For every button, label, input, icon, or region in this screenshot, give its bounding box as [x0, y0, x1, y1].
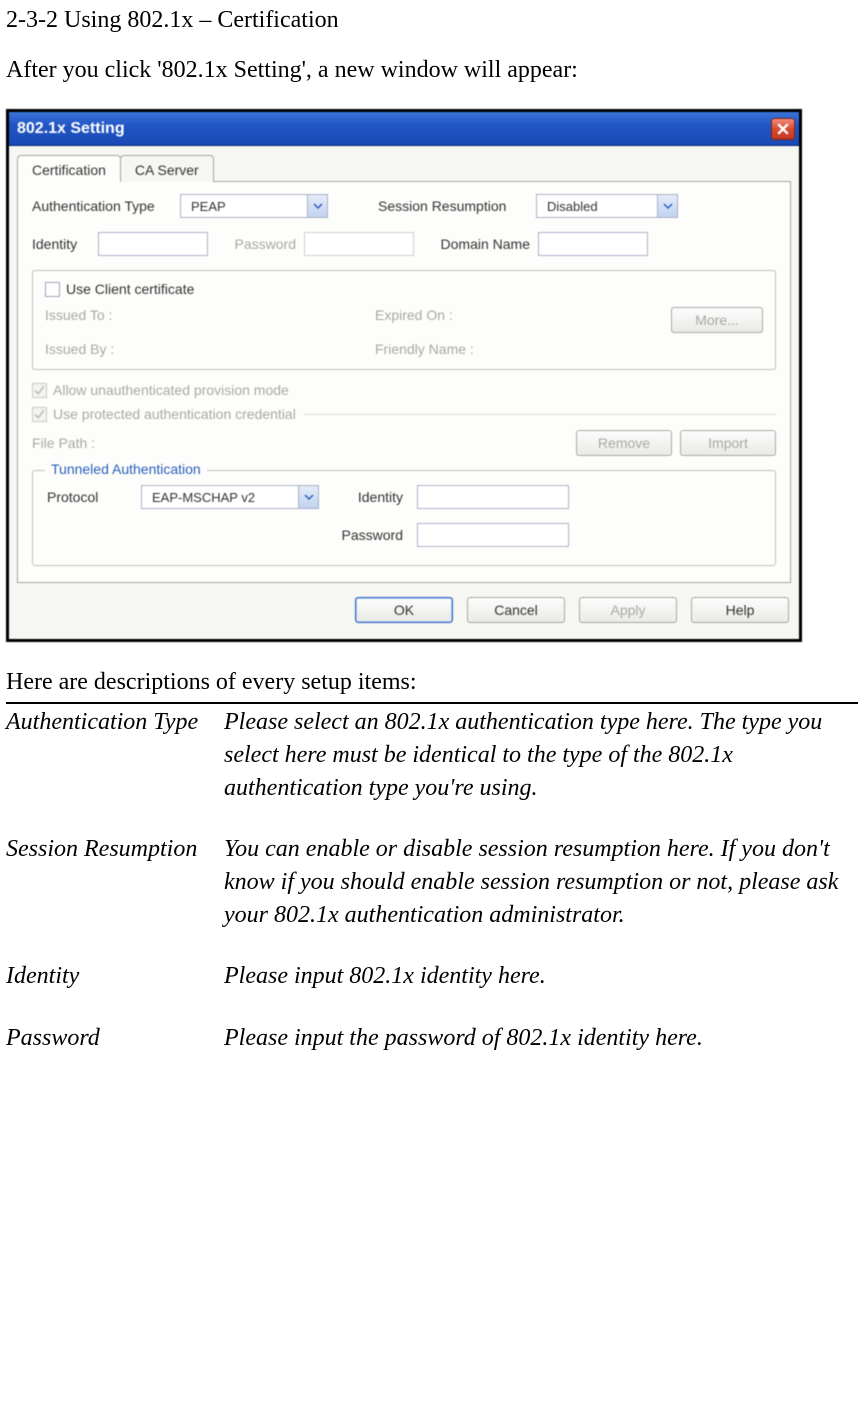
auth-type-label: Authentication Type: [32, 198, 172, 214]
close-icon: [777, 123, 789, 135]
close-button[interactable]: [771, 118, 795, 140]
desc-term: Session Resumption: [6, 831, 224, 932]
dialog-window: 802.1x Setting Certification CA Server A…: [6, 109, 802, 642]
desc-def: You can enable or disable session resump…: [224, 831, 858, 932]
auth-type-select[interactable]: PEAP: [180, 194, 328, 218]
auth-type-value: PEAP: [185, 199, 232, 214]
allow-unauth-checkbox: Allow unauthenticated provision mode: [32, 382, 289, 398]
checkbox-box: [45, 282, 60, 297]
desc-def: Please select an 802.1x authentication t…: [224, 704, 858, 805]
desc-term: Identity: [6, 958, 224, 993]
desc-row: Authentication Type Please select an 802…: [6, 704, 858, 805]
descriptions-table: Authentication Type Please select an 802…: [6, 702, 858, 1055]
allow-unauth-label: Allow unauthenticated provision mode: [53, 382, 289, 398]
chevron-down-icon: [307, 195, 327, 217]
checkbox-box: [32, 407, 47, 422]
password-label: Password: [216, 236, 296, 252]
identity-input[interactable]: [98, 232, 208, 256]
titlebar[interactable]: 802.1x Setting: [9, 112, 799, 146]
domain-name-label: Domain Name: [422, 236, 530, 252]
desc-row: Session Resumption You can enable or dis…: [6, 831, 858, 932]
chevron-down-icon: [657, 195, 677, 217]
use-client-cert-label: Use Client certificate: [66, 281, 194, 297]
ta-password-label: Password: [333, 527, 403, 543]
ta-identity-label: Identity: [333, 489, 403, 505]
protocol-select[interactable]: EAP-MSCHAP v2: [141, 485, 319, 509]
remove-button: Remove: [576, 430, 672, 456]
use-protected-checkbox: Use protected authentication credential: [32, 406, 296, 422]
desc-def: Please input 802.1x identity here.: [224, 958, 858, 993]
desc-row: Password Please input the password of 80…: [6, 1020, 858, 1055]
section-title: 2-3-2 Using 802.1x – Certification: [6, 4, 858, 38]
tunneled-auth-legend: Tunneled Authentication: [45, 461, 207, 477]
intro-text: After you click '802.1x Setting', a new …: [6, 54, 858, 88]
protocol-value: EAP-MSCHAP v2: [146, 490, 261, 505]
friendly-name-label: Friendly Name :: [375, 341, 474, 357]
expired-on-label: Expired On :: [375, 307, 555, 333]
tunneled-auth-group: Tunneled Authentication Protocol EAP-MSC…: [32, 470, 776, 566]
password-input: [304, 232, 414, 256]
issued-to-label: Issued To :: [45, 307, 345, 333]
session-resumption-select[interactable]: Disabled: [536, 194, 678, 218]
tab-strip: Certification CA Server: [17, 154, 791, 182]
use-client-cert-checkbox[interactable]: Use Client certificate: [45, 281, 194, 297]
ta-password-input[interactable]: [417, 523, 569, 547]
session-resumption-value: Disabled: [541, 199, 604, 214]
cancel-button[interactable]: Cancel: [467, 597, 565, 623]
desc-def: Please input the password of 802.1x iden…: [224, 1020, 858, 1055]
more-button: More...: [671, 307, 763, 333]
tab-ca-server[interactable]: CA Server: [120, 155, 214, 182]
use-protected-label: Use protected authentication credential: [53, 406, 296, 422]
issued-by-label: Issued By :: [45, 341, 345, 357]
desc-row: Identity Please input 802.1x identity he…: [6, 958, 858, 993]
checkbox-box: [32, 383, 47, 398]
desc-term: Password: [6, 1020, 224, 1055]
import-button: Import: [680, 430, 776, 456]
ok-button[interactable]: OK: [355, 597, 453, 623]
dialog-button-row: OK Cancel Apply Help: [9, 583, 799, 639]
protocol-label: Protocol: [47, 489, 127, 505]
descriptions-heading: Here are descriptions of every setup ite…: [6, 666, 858, 700]
domain-name-input[interactable]: [538, 232, 648, 256]
dialog-title: 802.1x Setting: [17, 120, 771, 138]
tab-panel-certification: Authentication Type PEAP Session Resumpt…: [17, 182, 791, 583]
client-cert-group: Use Client certificate Issued To : Expir…: [32, 270, 776, 370]
help-button[interactable]: Help: [691, 597, 789, 623]
tab-certification[interactable]: Certification: [17, 155, 121, 182]
identity-label: Identity: [32, 236, 90, 252]
apply-button: Apply: [579, 597, 677, 623]
chevron-down-icon: [298, 486, 318, 508]
file-path-label: File Path :: [32, 435, 102, 451]
ta-identity-input[interactable]: [417, 485, 569, 509]
desc-term: Authentication Type: [6, 704, 224, 805]
session-resumption-label: Session Resumption: [378, 198, 528, 214]
